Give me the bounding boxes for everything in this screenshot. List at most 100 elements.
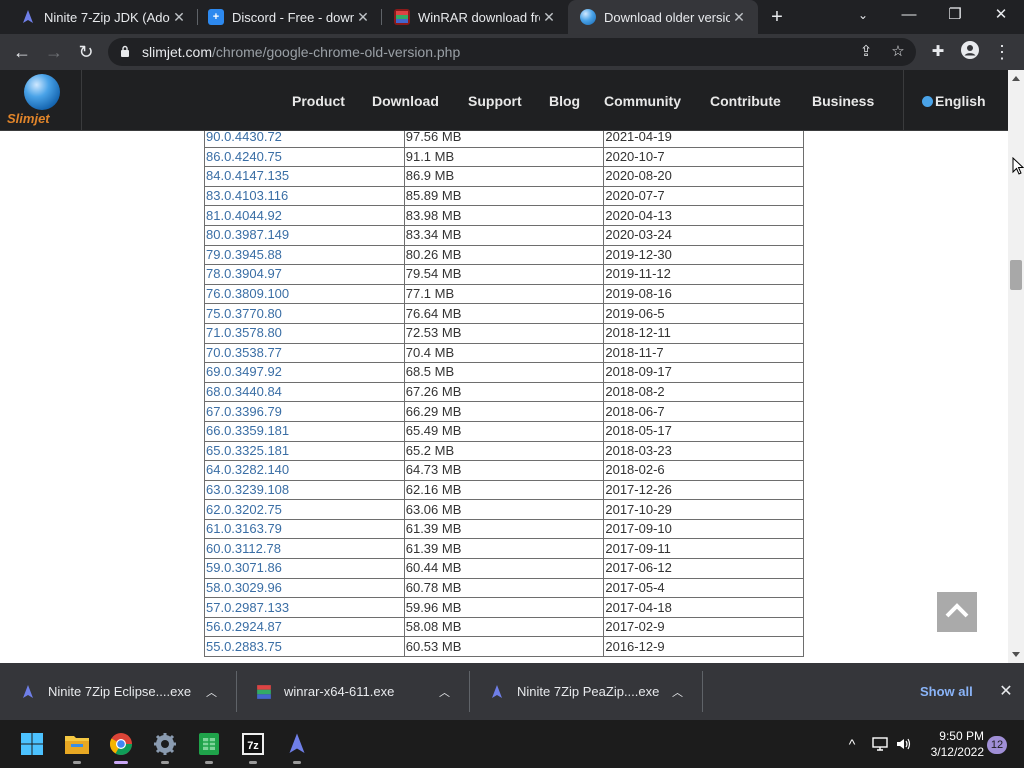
nav-product[interactable]: Product	[292, 93, 345, 109]
ninite-icon[interactable]	[281, 728, 313, 764]
chrome-icon[interactable]	[105, 728, 137, 764]
address-bar[interactable]: slimjet.com/chrome/google-chrome-old-ver…	[108, 38, 916, 66]
version-link[interactable]: 65.0.3325.181	[204, 440, 405, 462]
share-icon[interactable]: ⇪	[856, 42, 876, 62]
close-icon[interactable]: ✕	[170, 9, 188, 26]
version-link[interactable]: 66.0.3359.181	[204, 420, 405, 442]
network-icon[interactable]	[870, 720, 890, 768]
version-link[interactable]: 59.0.3071.86	[204, 558, 405, 579]
tab-search-icon[interactable]: ⌄	[840, 0, 886, 30]
back-button[interactable]: ←	[10, 40, 34, 64]
chevron-up-icon[interactable]: ︿	[672, 684, 686, 700]
version-link[interactable]: 64.0.3282.140	[204, 460, 405, 481]
table-row: 65.0.3325.181 65.2 MB 2018-03-23	[204, 440, 804, 462]
volume-icon[interactable]	[894, 720, 914, 768]
nav-community[interactable]: Community	[604, 93, 681, 109]
scrollbar-thumb[interactable]	[1010, 260, 1022, 290]
close-icon[interactable]: ✕	[354, 9, 372, 26]
new-tab-button[interactable]: +	[766, 6, 788, 28]
close-icon[interactable]: ✕	[996, 680, 1016, 704]
chevron-up-icon[interactable]: ︿	[206, 684, 220, 700]
scroll-up-arrow[interactable]	[1012, 76, 1020, 81]
start-icon[interactable]	[16, 728, 48, 760]
nav-support[interactable]: Support	[468, 93, 522, 109]
file-size: 64.73 MB	[403, 460, 605, 481]
nav-blog[interactable]: Blog	[549, 93, 580, 109]
clock-time: 9:50 PM	[939, 729, 984, 743]
version-link[interactable]: 70.0.3538.77	[204, 342, 405, 364]
scroll-to-top-button[interactable]	[937, 592, 977, 632]
release-date: 2019-08-16	[603, 283, 804, 305]
version-link[interactable]: 75.0.3770.80	[204, 303, 405, 324]
chevron-up-icon	[945, 603, 969, 618]
scroll-down-arrow[interactable]	[1012, 652, 1020, 657]
url-host: slimjet.com	[142, 44, 213, 60]
version-link[interactable]: 81.0.4044.92	[204, 205, 405, 226]
chevron-up-icon[interactable]: ^	[842, 720, 862, 768]
language-selector[interactable]: English	[903, 70, 1008, 131]
version-link[interactable]: 63.0.3239.108	[204, 479, 405, 501]
version-link[interactable]: 61.0.3163.79	[204, 518, 405, 540]
version-link[interactable]: 67.0.3396.79	[204, 401, 405, 422]
slimjet-logo[interactable]: Slimjet	[0, 70, 82, 131]
release-date: 2019-12-30	[603, 244, 804, 266]
release-date: 2017-09-10	[603, 518, 804, 540]
close-icon[interactable]: ✕	[540, 9, 558, 26]
tab-ninite[interactable]: Ninite 7-Zip JDK (Adoptium) ✕	[8, 0, 198, 34]
7zip-icon[interactable]: 7z	[237, 728, 269, 764]
file-explorer-icon[interactable]	[61, 728, 93, 764]
version-link[interactable]: 86.0.4240.75	[204, 146, 405, 168]
version-link[interactable]: 78.0.3904.97	[204, 264, 405, 285]
tab-winrar[interactable]: WinRAR download free ✕	[382, 0, 568, 34]
version-link[interactable]: 76.0.3809.100	[204, 283, 405, 305]
forward-button[interactable]: →	[42, 40, 66, 64]
table-row: 86.0.4240.75 91.1 MB 2020-10-7	[204, 146, 804, 168]
bookmark-star-icon[interactable]: ☆	[888, 42, 908, 62]
version-link[interactable]: 56.0.2924.87	[204, 616, 405, 638]
version-link[interactable]: 62.0.3202.75	[204, 499, 405, 520]
reload-button[interactable]: ↻	[74, 40, 98, 64]
version-link[interactable]: 84.0.4147.135	[204, 166, 405, 187]
version-link[interactable]: 69.0.3497.92	[204, 362, 405, 383]
version-link[interactable]: 83.0.4103.116	[204, 185, 405, 207]
version-link[interactable]: 80.0.3987.149	[204, 224, 405, 246]
chevron-up-icon[interactable]: ︿	[439, 684, 453, 700]
close-icon[interactable]: ✕	[730, 9, 748, 26]
version-link[interactable]: 90.0.4430.72	[204, 131, 405, 148]
version-link[interactable]: 58.0.3029.96	[204, 577, 405, 599]
nav-download[interactable]: Download	[372, 93, 439, 109]
notification-badge[interactable]: 12	[987, 736, 1007, 754]
tab-title: WinRAR download free	[418, 9, 540, 25]
slimjet-globe-icon	[580, 9, 596, 25]
close-window-button[interactable]: ✕	[978, 0, 1024, 30]
tab-discord[interactable]: + Discord - Free - download ✕	[196, 0, 382, 34]
download-item[interactable]: Ninite 7Zip Eclipse....exe ︿	[0, 663, 236, 720]
table-row: 81.0.4044.92 83.98 MB 2020-04-13	[204, 205, 804, 226]
version-link[interactable]: 57.0.2987.133	[204, 597, 405, 618]
profile-icon[interactable]	[958, 40, 982, 64]
menu-kebab-icon[interactable]: ⋮	[990, 40, 1014, 64]
release-date: 2020-07-7	[603, 185, 804, 207]
nav-business[interactable]: Business	[812, 93, 874, 109]
version-link[interactable]: 79.0.3945.88	[204, 244, 405, 266]
ninite-icon	[492, 684, 502, 698]
release-date: 2017-04-18	[603, 597, 804, 618]
version-link[interactable]: 55.0.2883.75	[204, 636, 405, 658]
show-all-button[interactable]: Show all	[912, 680, 981, 704]
tab-download-older-version[interactable]: Download older version ✕	[568, 0, 758, 34]
system-clock[interactable]: 9:50 PM 3/12/2022	[920, 728, 984, 760]
nav-contribute[interactable]: Contribute	[710, 93, 781, 109]
restore-button[interactable]: ❐	[932, 0, 978, 30]
download-item[interactable]: Ninite 7Zip PeaZip....exe ︿	[469, 663, 702, 720]
download-item[interactable]: winrar-x64-611.exe ︿	[236, 663, 469, 720]
file-size: 91.1 MB	[403, 146, 605, 168]
file-size: 59.96 MB	[403, 597, 605, 618]
table-row: 57.0.2987.133 59.96 MB 2017-04-18	[204, 597, 804, 618]
version-link[interactable]: 71.0.3578.80	[204, 322, 405, 344]
version-link[interactable]: 68.0.3440.84	[204, 381, 405, 403]
extensions-icon[interactable]: ✚	[926, 40, 950, 64]
settings-icon[interactable]	[149, 728, 181, 764]
minimize-button[interactable]: —	[886, 0, 932, 30]
version-link[interactable]: 60.0.3112.78	[204, 538, 405, 560]
spreadsheet-icon[interactable]	[193, 728, 225, 764]
